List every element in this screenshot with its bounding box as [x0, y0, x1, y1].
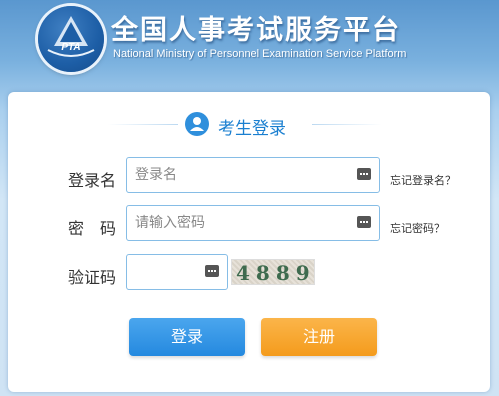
captcha-text: 4889: [236, 261, 316, 285]
title-divider-right: [312, 124, 382, 125]
title-divider-left: [108, 124, 178, 125]
site-subtitle: National Ministry of Personnel Examinati…: [113, 48, 407, 60]
keyboard-icon[interactable]: [357, 216, 371, 228]
captcha-label: 验证码: [68, 268, 117, 287]
keyboard-icon[interactable]: [357, 168, 371, 180]
password-field-box: [126, 205, 380, 241]
forgot-username-link[interactable]: 忘记登录名？: [390, 172, 456, 188]
captcha-field-box: [126, 254, 228, 290]
logo-text: PTA: [61, 42, 81, 53]
forgot-password-link[interactable]: 忘记密码？: [390, 220, 445, 236]
login-title: 考生登录: [218, 119, 286, 139]
password-input[interactable]: [127, 206, 355, 240]
password-label: 密 码: [68, 219, 117, 238]
username-input[interactable]: [127, 158, 355, 192]
captcha-image[interactable]: 4889: [231, 259, 315, 285]
header: PTA 全国人事考试服务平台 National Ministry of Pers…: [0, 0, 499, 88]
register-button[interactable]: 注册: [261, 318, 377, 356]
pta-logo: PTA: [38, 6, 104, 72]
keyboard-icon[interactable]: [205, 265, 219, 277]
username-field-box: [126, 157, 380, 193]
captcha-input[interactable]: [127, 255, 205, 289]
username-label: 登录名: [68, 171, 117, 190]
site-title: 全国人事考试服务平台: [111, 15, 401, 46]
user-icon: [185, 112, 209, 136]
login-button[interactable]: 登录: [129, 318, 245, 356]
